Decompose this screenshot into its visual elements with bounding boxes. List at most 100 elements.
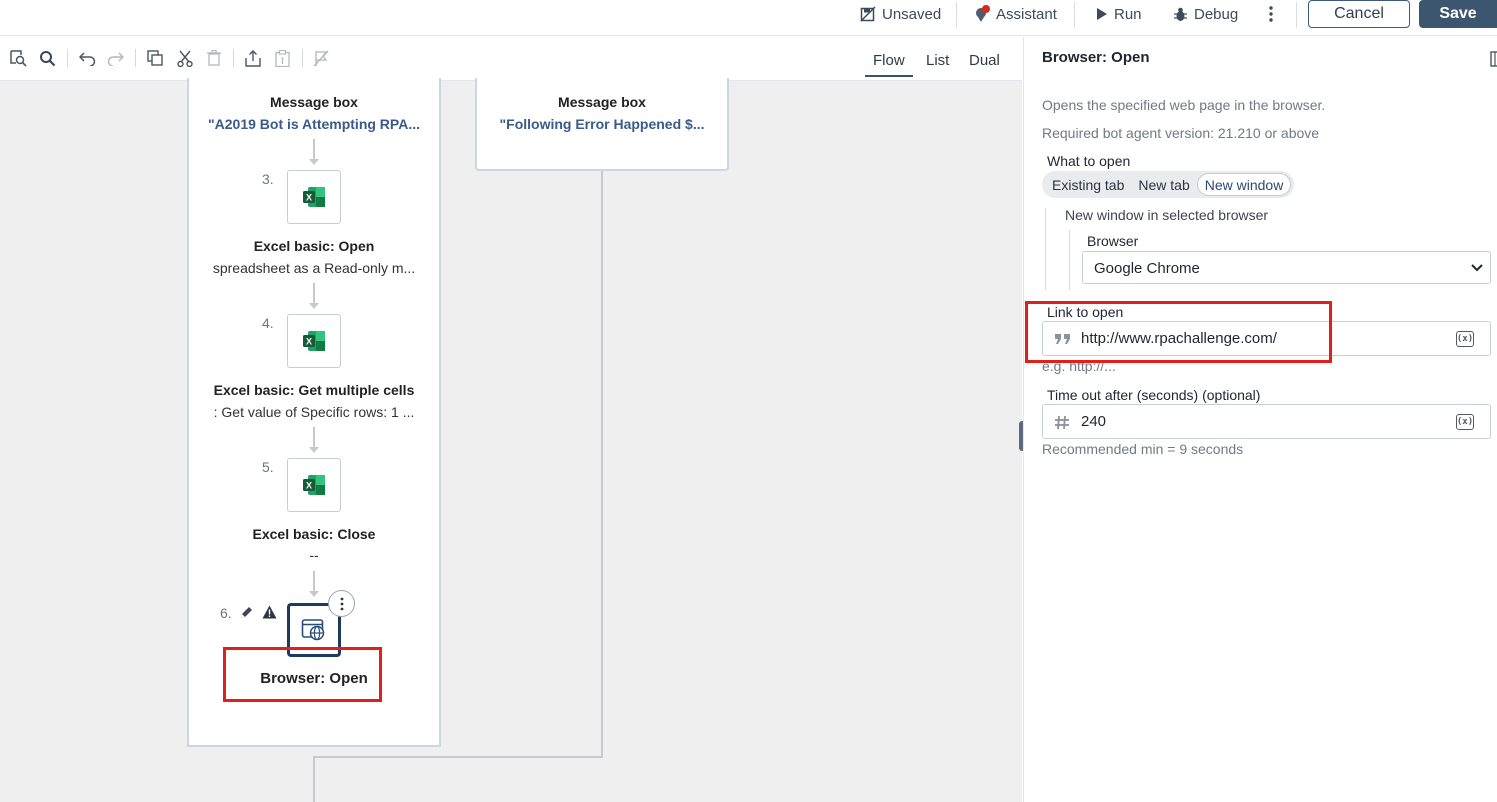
what-to-open-selector: Existing tab New tab New window (1042, 171, 1295, 198)
collapse-panel-icon[interactable] (1490, 51, 1497, 67)
panel-title: Browser: Open (1042, 49, 1150, 66)
arrow-head (309, 159, 319, 165)
action-node-excel-open[interactable]: X (287, 170, 341, 224)
connector-line (313, 283, 315, 305)
arrow-head (309, 303, 319, 309)
redo-icon (107, 51, 124, 66)
copy-icon (147, 50, 163, 66)
upload-icon (245, 49, 261, 67)
debug-button[interactable]: Debug (1173, 0, 1238, 28)
node-title[interactable]: Message box (478, 94, 726, 110)
unsaved-label: Unsaved (882, 5, 942, 23)
node-subtitle: -- (309, 547, 319, 563)
clipboard-icon (274, 49, 290, 67)
action-description: Opens the specified web page in the brow… (1042, 97, 1326, 113)
assistant-button[interactable]: Assistant (974, 0, 1057, 28)
step-number: 4. (262, 315, 274, 331)
excel-icon: X (303, 187, 325, 207)
search-button[interactable] (38, 49, 56, 67)
option-existing-tab[interactable]: Existing tab (1045, 173, 1131, 196)
undo-button[interactable] (78, 49, 96, 67)
step-number: 3. (262, 171, 274, 187)
run-label: Run (1114, 5, 1142, 23)
kebab-menu-icon (1269, 6, 1273, 22)
trash-icon (207, 50, 221, 66)
insert-variable-button[interactable]: (x) (1456, 331, 1474, 347)
divider (233, 49, 234, 67)
node-menu-button[interactable] (328, 590, 355, 617)
scissors-icon (177, 50, 193, 67)
disable-action-button[interactable] (312, 49, 330, 67)
step-number: 5. (262, 459, 274, 475)
step-number: 6. (220, 605, 232, 621)
indent-guide (1069, 230, 1070, 290)
search-page-icon (10, 50, 27, 67)
copy-button[interactable] (146, 49, 164, 67)
svg-text:X: X (306, 481, 312, 491)
insert-variable-button[interactable]: (x) (1456, 414, 1474, 430)
svg-text:X: X (306, 193, 312, 203)
what-to-open-label: What to open (1047, 153, 1131, 169)
kebab-menu-icon (340, 597, 343, 610)
delete-button[interactable] (205, 49, 223, 67)
debug-label: Debug (1194, 5, 1239, 23)
browser-label: Browser (1087, 233, 1139, 249)
search-icon (39, 50, 55, 66)
divider (1296, 2, 1297, 28)
browser-select-value: Google Chrome (1094, 260, 1200, 277)
bug-icon (1174, 7, 1187, 21)
arrow-head (309, 447, 319, 453)
node-title[interactable]: Message box (190, 94, 438, 110)
tab-list[interactable]: List (926, 52, 949, 69)
flow-canvas[interactable]: Message box "A2019 Bot is Attempting RPA… (0, 78, 1025, 802)
divider (67, 49, 68, 67)
tab-flow[interactable]: Flow (865, 52, 913, 77)
more-options-button[interactable] (1268, 0, 1274, 28)
timeout-hint: Recommended min = 9 seconds (1042, 441, 1244, 457)
unsaved-icon (860, 6, 876, 22)
connector-line (601, 171, 603, 758)
cancel-button[interactable]: Cancel (1308, 0, 1410, 28)
unsaved-indicator: Unsaved (860, 0, 941, 28)
find-in-page-button[interactable] (9, 49, 27, 67)
connector-line (313, 139, 315, 161)
indent-guide (1045, 208, 1046, 290)
node-title[interactable]: Excel basic: Get multiple cells (190, 382, 438, 398)
pencil-icon[interactable] (239, 605, 254, 620)
highlight-box (223, 647, 382, 702)
node-title[interactable]: Excel basic: Close (190, 526, 438, 542)
action-node-excel-get-cells[interactable]: X (287, 314, 341, 368)
node-subtitle: "A2019 Bot is Attempting RPA... (208, 116, 420, 132)
timeout-input[interactable]: 240 (x) (1042, 404, 1491, 439)
option-new-window[interactable]: New window (1196, 173, 1292, 196)
cut-button[interactable] (176, 49, 194, 67)
assistant-label: Assistant (996, 5, 1057, 23)
browser-select[interactable]: Google Chrome (1082, 251, 1491, 284)
editor-toolbar: Flow List Dual (0, 37, 1022, 81)
paste-button[interactable] (273, 49, 291, 67)
required-version: Required bot agent version: 21.210 or ab… (1042, 125, 1320, 141)
play-icon (1097, 8, 1107, 20)
undo-icon (78, 51, 95, 66)
node-subtitle: "Following Error Happened $... (499, 116, 705, 132)
new-window-caption: New window in selected browser (1065, 207, 1269, 223)
excel-icon: X (303, 475, 325, 495)
browser-globe-icon (301, 619, 325, 641)
tab-dual[interactable]: Dual (969, 52, 1000, 69)
arrow-head (309, 591, 319, 597)
node-title[interactable]: Excel basic: Open (190, 238, 438, 254)
option-new-tab[interactable]: New tab (1131, 173, 1196, 196)
action-node-excel-close[interactable]: X (287, 458, 341, 512)
export-button[interactable] (244, 49, 262, 67)
connector-line (313, 427, 315, 449)
connector-line (313, 571, 315, 593)
redo-button[interactable] (106, 49, 124, 67)
divider (1074, 2, 1075, 28)
properties-panel: Browser: Open Opens the specified web pa… (1023, 37, 1497, 802)
divider (135, 49, 136, 67)
divider (956, 2, 957, 28)
run-button[interactable]: Run (1096, 0, 1142, 28)
save-button[interactable]: Save (1419, 0, 1497, 28)
divider (302, 49, 303, 67)
timeout-label: Time out after (seconds) (optional) (1047, 387, 1261, 403)
